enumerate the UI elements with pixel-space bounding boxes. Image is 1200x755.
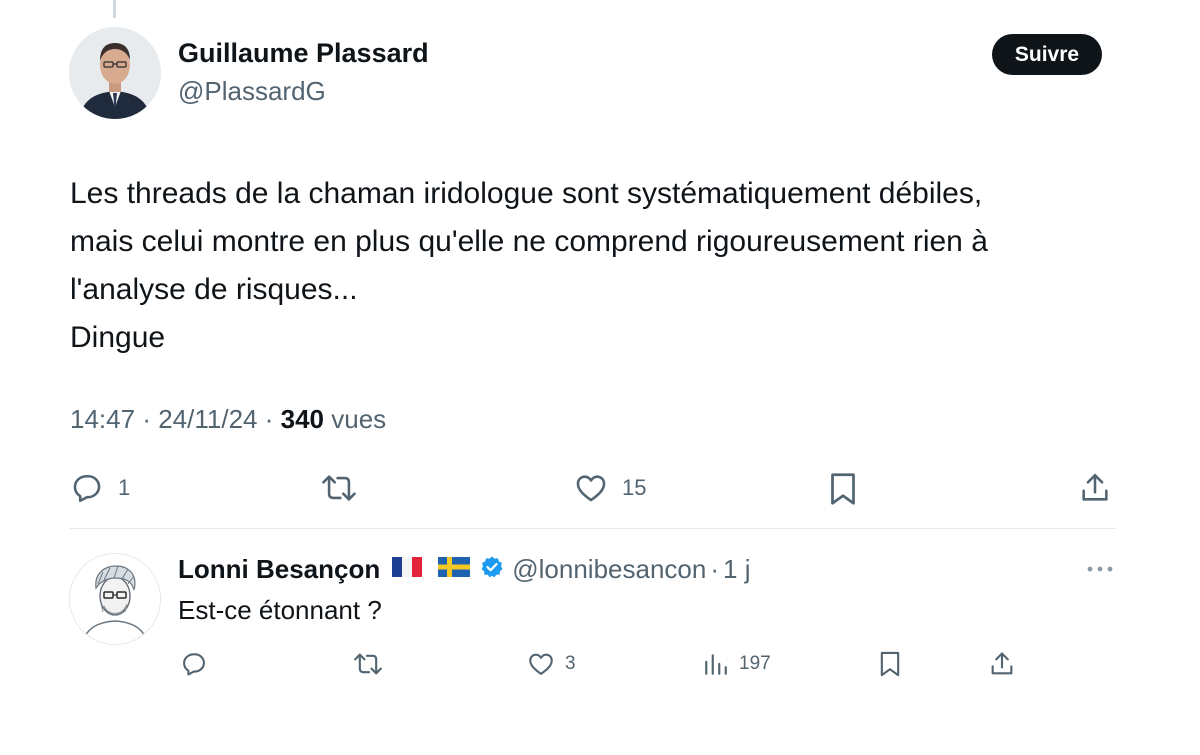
heart-icon [574,471,608,505]
reply-header: Lonni Besançon @lonnibesancon · 1 j [178,552,750,586]
share-button[interactable] [1078,471,1112,505]
author-handle[interactable]: @PlassardG [178,76,326,107]
tweet-text-line: l'analyse de risques... [70,273,358,306]
sweden-flag-icon [438,556,471,583]
reply-reply-button[interactable] [180,650,208,678]
reply-icon [180,650,208,678]
tweet-date[interactable]: 24/11/24 [158,404,257,434]
reply-text: Est-ce étonnant ? [178,595,382,625]
tweet-text: Les threads de la chaman iridologue sont… [70,170,1130,362]
reply-bookmark-button[interactable] [878,650,902,678]
views-chart-icon [703,650,729,678]
reply-views-count: 197 [739,653,771,674]
tweet-text-line: Dingue [70,321,166,354]
like-count: 15 [622,475,647,500]
heart-icon [527,650,555,678]
france-flag-icon [392,556,423,583]
reply-like-button[interactable]: 3 [527,650,576,678]
reply-icon [70,471,104,505]
divider [70,528,1116,529]
tweet-meta: 14:47 · 24/11/24 · 340 vues [70,404,386,435]
reply-like-count: 3 [565,653,576,674]
reply-retweet-button[interactable] [352,650,384,678]
share-icon [988,650,1016,678]
reply-share-button[interactable] [988,650,1016,678]
bookmark-button[interactable] [828,471,858,507]
reply-views-button[interactable]: 197 [703,650,771,678]
reply-count: 1 [118,475,131,500]
tweet-time[interactable]: 14:47 [70,404,135,434]
reply-author-avatar[interactable] [69,553,161,645]
author-avatar[interactable] [69,27,161,119]
retweet-button[interactable] [320,471,358,505]
meta-separator: · [264,404,274,434]
views-count: 340 [280,404,325,434]
reply-separator: · [710,553,720,584]
tweet-text-line: Les threads de la chaman iridologue sont… [70,177,983,210]
views-label: vues [331,404,387,434]
bookmark-icon [828,471,858,507]
author-name[interactable]: Guillaume Plassard [178,38,429,69]
verified-badge-icon[interactable] [480,555,504,584]
retweet-icon [320,471,358,505]
reply-author-handle[interactable]: @lonnibesancon [512,554,706,585]
retweet-icon [352,650,384,678]
follow-button[interactable]: Suivre [992,34,1102,75]
bookmark-icon [878,650,902,678]
reply-author-name[interactable]: Lonni Besançon [178,554,380,585]
tweet-text-line: mais celui montre en plus qu'elle ne com… [70,225,988,258]
more-options-icon[interactable] [1086,562,1114,580]
reply-time[interactable]: 1 j [723,554,750,585]
reply-button[interactable]: 1 [70,471,130,505]
thread-connector-line [113,0,116,18]
like-button[interactable]: 15 [574,471,646,505]
meta-separator: · [142,404,151,434]
share-icon [1078,471,1112,505]
